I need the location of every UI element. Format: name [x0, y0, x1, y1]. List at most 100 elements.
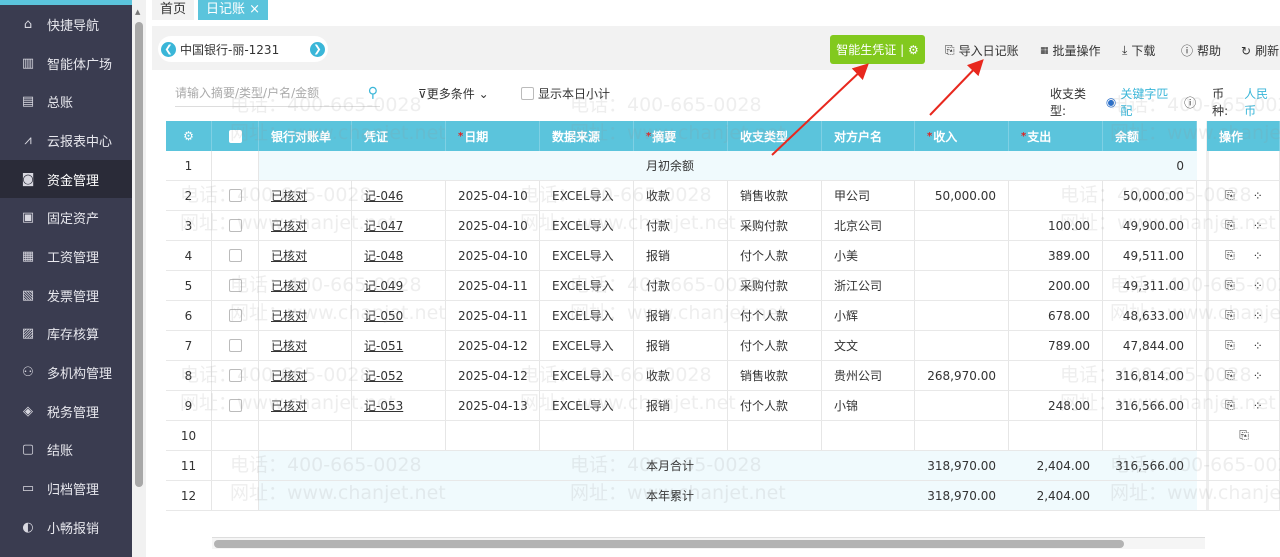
scrollbar-thumb[interactable] — [135, 22, 143, 487]
show-daily-subtotal-checkbox[interactable]: 显示本日小计 — [521, 85, 610, 102]
cell-voucher[interactable]: 记-048 — [352, 241, 446, 270]
cell-voucher[interactable]: 记-046 — [352, 181, 446, 210]
cell-bank[interactable]: 已核对 — [259, 241, 352, 270]
sidebar-item[interactable]: ▨ 库存核算 — [0, 315, 132, 354]
download-button[interactable]: ⤓ 下载 — [1122, 42, 1155, 59]
more-grid-icon[interactable]: ⁘ — [1253, 279, 1263, 293]
sidebar-item[interactable]: ▤ 总账 — [0, 82, 132, 121]
edit-voucher-icon[interactable]: ⎘ — [1225, 278, 1235, 293]
cell-bank[interactable]: 已核对 — [259, 391, 352, 420]
sidebar-item[interactable]: ▢ 结账 — [0, 431, 132, 470]
column-settings-icon[interactable]: ⚙ — [166, 121, 212, 151]
edit-voucher-icon[interactable]: ⎘ — [1225, 248, 1235, 263]
row-checkbox[interactable] — [228, 309, 242, 322]
search-input[interactable]: 请输入摘要/类型/户名/金额 ⚲ — [175, 80, 380, 107]
tab-home[interactable]: 首页 — [152, 0, 195, 20]
type-value-link[interactable]: 关键字匹配 — [1120, 85, 1180, 119]
cell-bank[interactable]: 已核对 — [259, 331, 352, 360]
chevron-right-icon[interactable]: ❯ — [310, 41, 325, 57]
column-header[interactable]: * 摘要 — [634, 121, 728, 151]
column-header[interactable]: 对方户名 — [822, 121, 915, 151]
cell-bank[interactable]: 已核对 — [259, 301, 352, 330]
cell-bank[interactable]: 已核对 — [259, 211, 352, 240]
checkbox[interactable] — [521, 87, 534, 100]
chevron-left-icon[interactable]: ❮ — [161, 41, 176, 57]
row-checkbox[interactable] — [228, 279, 242, 292]
row-checkbox-cell[interactable] — [212, 301, 259, 330]
row-checkbox[interactable] — [228, 219, 242, 232]
more-grid-icon[interactable]: ⁘ — [1253, 249, 1263, 263]
column-header[interactable]: * 收入 — [915, 121, 1009, 151]
help-icon[interactable]: ⓘ — [1184, 94, 1196, 111]
sidebar-item[interactable]: ◐ 小畅报销 — [0, 508, 132, 547]
cell-voucher[interactable]: 记-053 — [352, 391, 446, 420]
column-header[interactable]: 凭证 — [352, 121, 446, 151]
edit-voucher-icon[interactable]: ⎘ — [1225, 308, 1235, 323]
sidebar-item[interactable]: ⩘ 云报表中心 — [0, 121, 132, 160]
more-conditions-dropdown[interactable]: ⊽更多条件 ⌄ — [418, 85, 489, 102]
row-checkbox-cell[interactable] — [212, 271, 259, 300]
column-header[interactable]: 银行对账单 — [259, 121, 352, 151]
row-checkbox[interactable] — [228, 339, 242, 352]
column-header[interactable]: 数据来源 — [540, 121, 634, 151]
batch-operation-button[interactable]: ▦ 批量操作 — [1040, 42, 1101, 59]
sidebar-scrollbar[interactable]: ▲ — [132, 0, 146, 557]
import-journal-button[interactable]: ⎘ 导入日记账 — [945, 42, 1019, 59]
more-grid-icon[interactable]: ⁘ — [1253, 369, 1263, 383]
more-grid-icon[interactable]: ⁘ — [1253, 219, 1263, 233]
sidebar-item[interactable]: ▧ 发票管理 — [0, 276, 132, 315]
more-grid-icon[interactable]: ⁘ — [1253, 309, 1263, 323]
sidebar-item[interactable]: ▦ 工资管理 — [0, 237, 132, 276]
refresh-button[interactable]: ↻ 刷新 — [1241, 42, 1279, 59]
sidebar-item[interactable]: ▭ 归档管理 — [0, 469, 132, 508]
help-button[interactable]: ⓘ 帮助 — [1181, 42, 1221, 59]
row-checkbox-cell[interactable] — [212, 391, 259, 420]
row-checkbox[interactable] — [228, 399, 242, 412]
cell-voucher[interactable]: 记-047 — [352, 211, 446, 240]
row-checkbox-cell[interactable] — [212, 331, 259, 360]
generate-voucher-button[interactable]: 智能生凭证 | ⚙ — [830, 35, 925, 64]
account-selector[interactable]: ❮ 中国银行-丽-1231 ❯ — [158, 36, 328, 62]
close-icon[interactable]: × — [249, 2, 260, 17]
column-header[interactable]: * 日期 — [446, 121, 540, 151]
cell-voucher[interactable]: 记-051 — [352, 331, 446, 360]
sidebar-item[interactable]: ◈ 税务管理 — [0, 392, 132, 431]
sidebar-item[interactable]: ⌂ 快捷导航 — [0, 5, 132, 44]
cell-voucher[interactable]: 记-049 — [352, 271, 446, 300]
sidebar-item[interactable]: ⚇ 多机构管理 — [0, 353, 132, 392]
search-icon[interactable]: ⚲ — [368, 80, 378, 106]
edit-voucher-icon[interactable]: ⎘ — [1225, 188, 1235, 203]
edit-voucher-icon[interactable]: ⎘ — [1225, 368, 1235, 383]
more-grid-icon[interactable]: ⁘ — [1253, 399, 1263, 413]
cell-bank[interactable]: 已核对 — [259, 271, 352, 300]
currency-value-link[interactable]: 人民币 — [1244, 85, 1280, 119]
column-header[interactable]: * 支出 — [1009, 121, 1103, 151]
cell-voucher[interactable]: 记-052 — [352, 361, 446, 390]
cell-voucher[interactable]: 记-050 — [352, 301, 446, 330]
row-checkbox-cell[interactable] — [212, 241, 259, 270]
edit-voucher-icon[interactable]: ⎘ — [1225, 398, 1235, 413]
edit-voucher-icon[interactable]: ⎘ — [1225, 218, 1235, 233]
row-checkbox[interactable] — [228, 369, 242, 382]
sidebar-item[interactable]: ◙ 资金管理 — [0, 159, 132, 199]
edit-voucher-icon[interactable]: ⎘ — [1225, 338, 1235, 353]
cell-bank[interactable]: 已核对 — [259, 361, 352, 390]
select-all-checkbox[interactable] — [212, 121, 259, 151]
sidebar-item[interactable]: ▥ 智能体广场 — [0, 44, 132, 83]
tab-journal[interactable]: 日记账 × — [198, 0, 269, 20]
more-grid-icon[interactable]: ⁘ — [1253, 339, 1263, 353]
gear-icon[interactable]: ⚙ — [908, 43, 919, 57]
scroll-up-icon[interactable]: ▲ — [135, 8, 140, 16]
sidebar-item[interactable]: ▣ 固定资产 — [0, 198, 132, 237]
row-checkbox-cell[interactable] — [212, 361, 259, 390]
column-header[interactable]: 收支类型 — [728, 121, 822, 151]
horizontal-scrollbar[interactable] — [212, 537, 1205, 549]
edit-voucher-icon[interactable]: ⎘ — [1239, 428, 1249, 443]
row-checkbox[interactable] — [228, 189, 242, 202]
more-grid-icon[interactable]: ⁘ — [1253, 189, 1263, 203]
column-header[interactable]: 余额 — [1103, 121, 1197, 151]
row-checkbox[interactable] — [228, 249, 242, 262]
cell-bank[interactable]: 已核对 — [259, 181, 352, 210]
row-checkbox-cell[interactable] — [212, 211, 259, 240]
row-checkbox-cell[interactable] — [212, 181, 259, 210]
